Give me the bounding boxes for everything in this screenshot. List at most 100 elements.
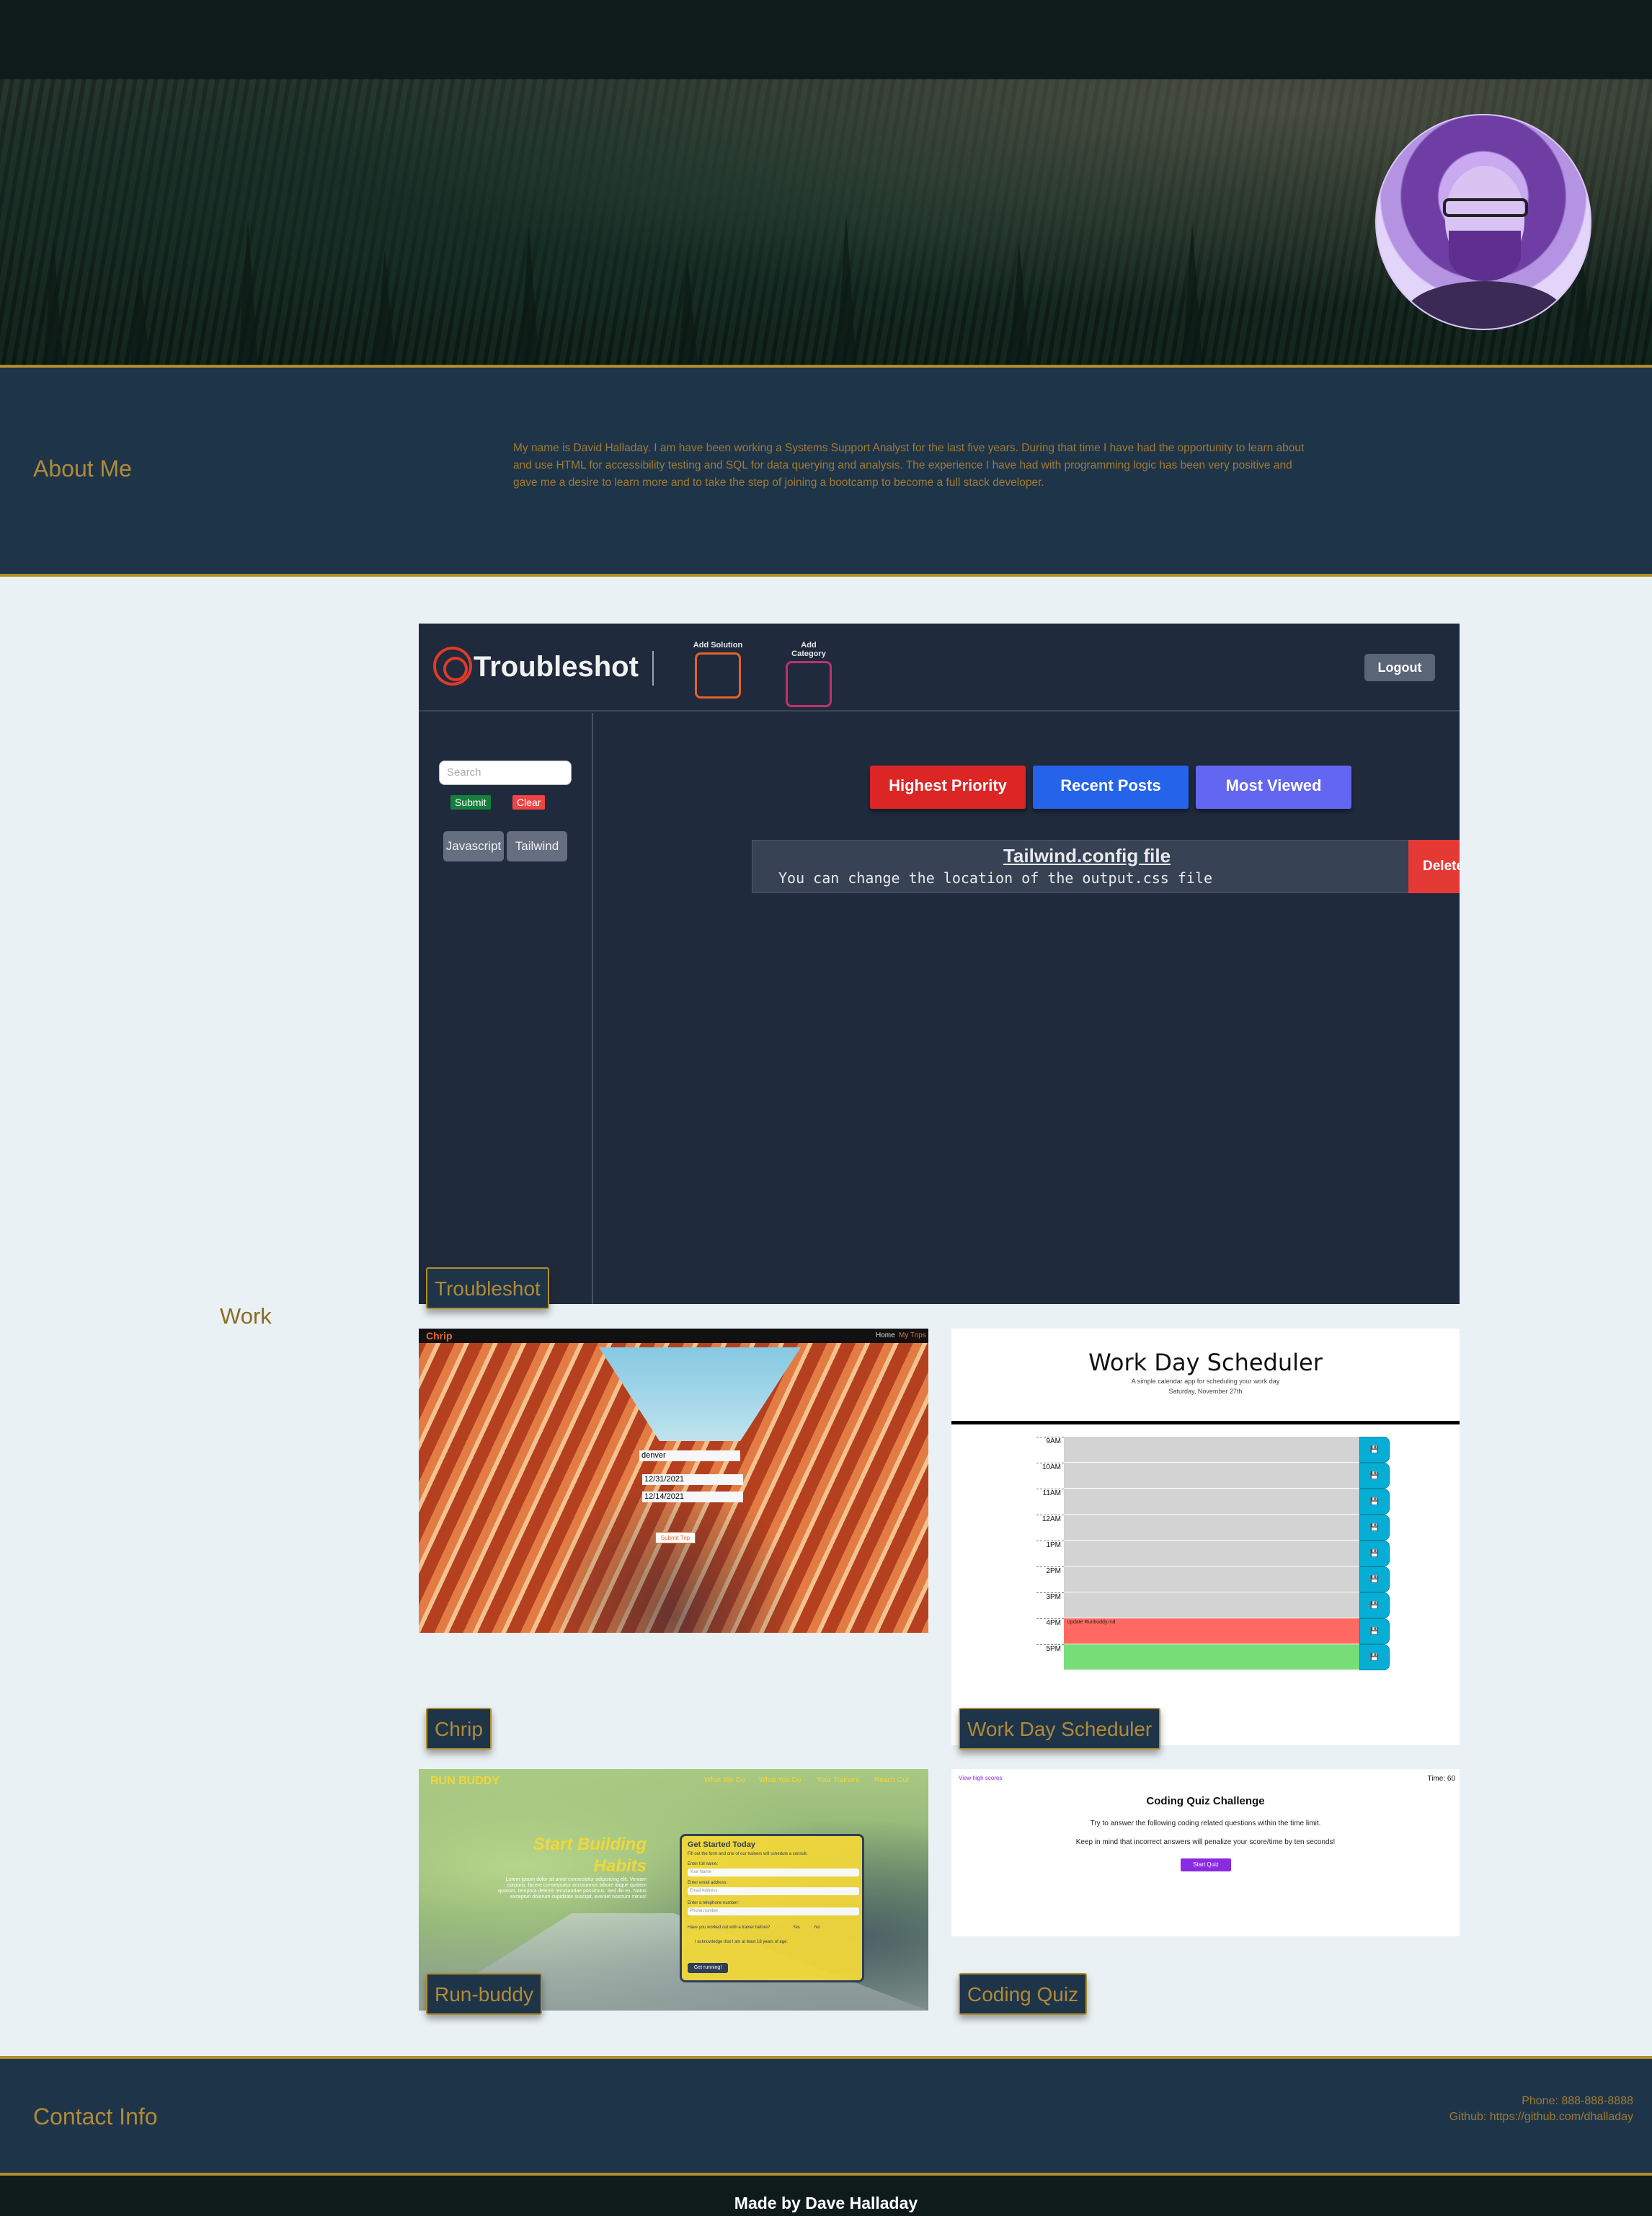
hour-label: 10AM xyxy=(1036,1463,1064,1489)
save-icon[interactable]: 💾 xyxy=(1359,1566,1390,1592)
event-textarea[interactable]: Update Runbuddy.md xyxy=(1064,1618,1359,1644)
hour-label: 11AM xyxy=(1036,1489,1064,1515)
save-icon[interactable]: 💾 xyxy=(1359,1437,1390,1463)
runbuddy-nav-link[interactable]: Your Trainers xyxy=(817,1776,859,1784)
search-input[interactable]: Search xyxy=(439,761,572,785)
name-input[interactable]: Your Name xyxy=(688,1869,859,1876)
time-block[interactable]: 3PM 💾 xyxy=(1036,1592,1403,1618)
project-label-work-day-scheduler[interactable]: Work Day Scheduler xyxy=(959,1708,1161,1750)
chrip-brand[interactable]: Chrip xyxy=(426,1329,453,1343)
hour-label: 3PM xyxy=(1036,1592,1064,1618)
divider xyxy=(0,574,1652,577)
save-icon[interactable]: 💾 xyxy=(1359,1541,1390,1566)
time-block[interactable]: 9AM 💾 xyxy=(1036,1437,1403,1463)
event-textarea[interactable] xyxy=(1064,1463,1359,1489)
scheduler-date: Saturday, November 27th xyxy=(1168,1388,1243,1395)
email-input[interactable]: Email Address xyxy=(688,1887,859,1895)
tag-javascript[interactable]: Javascript xyxy=(443,831,504,861)
time-block[interactable]: 12AM 💾 xyxy=(1036,1515,1403,1541)
phone-input[interactable]: Phone number xyxy=(688,1907,859,1915)
age-checkbox-label[interactable]: I acknowledge that I am at least 18 year… xyxy=(695,1940,788,1944)
project-chrip[interactable]: Chrip Home My Trips denver 12/31/2021 12… xyxy=(419,1329,928,1633)
save-icon[interactable]: 💾 xyxy=(1359,1592,1390,1618)
save-icon[interactable]: 💾 xyxy=(1359,1489,1390,1515)
yes-radio[interactable]: Yes xyxy=(793,1925,800,1930)
save-icon[interactable]: 💾 xyxy=(1359,1463,1390,1489)
event-textarea[interactable] xyxy=(1064,1566,1359,1592)
logout-button[interactable]: Logout xyxy=(1364,654,1435,681)
project-label-troubleshot[interactable]: Troubleshot xyxy=(426,1267,549,1309)
time-block[interactable]: 5PM 💾 xyxy=(1036,1644,1403,1670)
crosshair-icon xyxy=(433,647,472,686)
runbuddy-nav-link[interactable]: What We Do xyxy=(704,1776,745,1784)
name-label: Enter full name: xyxy=(688,1862,719,1866)
time-block[interactable]: 1PM 💾 xyxy=(1036,1541,1403,1566)
project-work-day-scheduler[interactable]: Work Day Scheduler A simple calendar app… xyxy=(951,1329,1460,1745)
event-textarea[interactable] xyxy=(1064,1489,1359,1515)
chrip-nav-home[interactable]: Home xyxy=(876,1329,895,1343)
event-textarea[interactable] xyxy=(1064,1644,1359,1670)
top-bar xyxy=(0,0,1652,79)
scheduler-title: Work Day Scheduler xyxy=(1088,1349,1323,1376)
runbuddy-nav-link[interactable]: Reach Out xyxy=(874,1776,909,1784)
project-coding-quiz[interactable]: View high scores Time: 60 Coding Quiz Ch… xyxy=(951,1769,1460,1936)
runbuddy-nav-link[interactable]: What You Do xyxy=(759,1776,801,1784)
event-textarea[interactable] xyxy=(1064,1515,1359,1541)
scheduler-divider xyxy=(951,1421,1460,1424)
delete-button[interactable]: Delete xyxy=(1408,840,1460,893)
quiz-timer: Time: 60 xyxy=(1427,1775,1455,1783)
runbuddy-headline: Start Building Habits xyxy=(491,1834,647,1877)
tag-tailwind[interactable]: Tailwind xyxy=(507,831,567,861)
save-icon[interactable]: 💾 xyxy=(1359,1515,1390,1541)
end-date-input[interactable]: 12/14/2021 xyxy=(642,1492,743,1502)
no-radio[interactable]: No xyxy=(814,1925,820,1930)
about-heading: About Me xyxy=(33,456,132,482)
puzzle-icon xyxy=(695,652,741,699)
project-label-coding-quiz[interactable]: Coding Quiz xyxy=(959,1973,1088,2015)
work-heading: Work xyxy=(220,1303,272,1329)
hour-label: 12AM xyxy=(1036,1515,1064,1541)
contact-section: Contact Info Phone: 888-888-8888 Github:… xyxy=(0,2059,1652,2173)
hour-label: 1PM xyxy=(1036,1541,1064,1566)
event-textarea[interactable] xyxy=(1064,1437,1359,1463)
recent-posts-button[interactable]: Recent Posts xyxy=(1033,766,1189,809)
headline-line-2: Habits xyxy=(593,1856,647,1876)
event-textarea[interactable] xyxy=(1064,1592,1359,1618)
hour-label: 4PM xyxy=(1036,1618,1064,1644)
submit-trip-button[interactable]: Submit Trip xyxy=(655,1532,696,1543)
view-high-scores-link[interactable]: View high scores xyxy=(959,1775,1002,1781)
troubleshot-logo[interactable]: Troubleshot xyxy=(474,651,639,683)
add-solution-label: Add Solution xyxy=(693,641,743,650)
start-quiz-button[interactable]: Start Quiz xyxy=(1181,1858,1231,1871)
chrip-nav-trips[interactable]: My Trips xyxy=(899,1329,926,1343)
start-date-input[interactable]: 12/31/2021 xyxy=(642,1474,743,1485)
project-troubleshot[interactable]: Troubleshot Add Solution Add Category Lo… xyxy=(419,624,1460,1304)
clear-button[interactable]: Clear xyxy=(512,795,546,810)
post-title[interactable]: Tailwind.config file xyxy=(752,845,1421,867)
time-block[interactable]: 11AM 💾 xyxy=(1036,1489,1403,1515)
time-block[interactable]: 2PM 💾 xyxy=(1036,1566,1403,1592)
save-icon[interactable]: 💾 xyxy=(1359,1618,1390,1644)
most-viewed-button[interactable]: Most Viewed xyxy=(1196,766,1351,809)
list-icon xyxy=(786,661,832,707)
save-icon[interactable]: 💾 xyxy=(1359,1644,1390,1670)
post-card[interactable]: Tailwind.config file You can change the … xyxy=(752,840,1422,893)
add-category-button[interactable]: Add Category xyxy=(783,641,834,707)
contact-phone: Phone: 888-888-8888 xyxy=(1522,2095,1633,2107)
scheduler-subtitle: A simple calendar app for scheduling you… xyxy=(1131,1378,1280,1385)
runbuddy-brand[interactable]: RUN BUDDY xyxy=(430,1775,499,1788)
add-solution-button[interactable]: Add Solution xyxy=(693,641,743,699)
event-textarea[interactable] xyxy=(1064,1541,1359,1566)
time-block[interactable]: 10AM 💾 xyxy=(1036,1463,1403,1489)
contact-github[interactable]: Github: https://github.com/dhalladay xyxy=(1449,2111,1633,2124)
project-label-run-buddy[interactable]: Run-buddy xyxy=(426,1973,542,2015)
get-running-button[interactable]: Get running! xyxy=(688,1963,728,1973)
destination-input[interactable]: denver xyxy=(639,1450,740,1461)
highest-priority-button[interactable]: Highest Priority xyxy=(870,766,1026,809)
quiz-instructions-2: Keep in mind that incorrect answers will… xyxy=(1075,1838,1336,1846)
time-block[interactable]: 4PM Update Runbuddy.md 💾 xyxy=(1036,1618,1403,1644)
project-label-chrip[interactable]: Chrip xyxy=(426,1708,492,1750)
form-subtitle: Fill out the form and one of our trainer… xyxy=(688,1852,808,1856)
submit-button[interactable]: Submit xyxy=(450,795,491,810)
sky-background xyxy=(599,1347,801,1441)
